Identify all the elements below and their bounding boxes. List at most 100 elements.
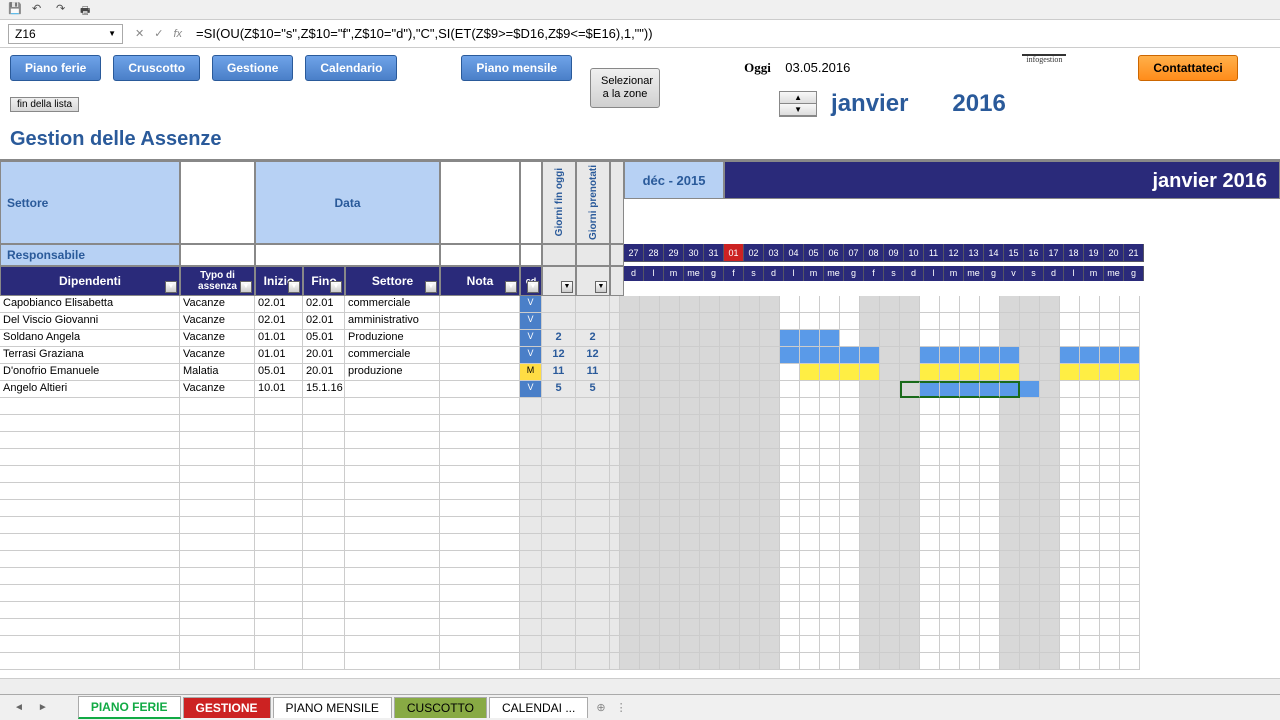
day-header: 19 [1084,244,1104,262]
table-row[interactable]: Soldano AngelaVacanze01.0105.01Produzion… [0,330,1280,347]
dow-header: m [664,266,684,281]
tab-nav-first-icon[interactable]: ◄ [8,700,30,715]
hdr-dec-2015: déc - 2015 [624,161,724,199]
cancel-icon[interactable]: ✕ [135,27,144,40]
day-header: 02 [744,244,764,262]
hdr-fino[interactable]: Fino▼ [303,266,345,296]
table-row[interactable] [0,636,1280,653]
table-row[interactable] [0,398,1280,415]
hdr-tipo[interactable]: Typo di assenza▼ [180,266,255,296]
fx-icon[interactable]: fx [173,28,182,40]
table-row[interactable] [0,517,1280,534]
undo-icon[interactable]: ↶ [32,2,48,18]
tab-piano-ferie[interactable]: PIANO FERIE [78,696,181,719]
day-header: 08 [864,244,884,262]
filter-icon[interactable]: ▼ [330,281,342,293]
day-header: 05 [804,244,824,262]
table-row[interactable] [0,602,1280,619]
hdr-inizio[interactable]: Inizio▼ [255,266,303,296]
table-row[interactable] [0,568,1280,585]
enter-icon[interactable]: ✓ [154,27,163,40]
table-row[interactable] [0,500,1280,517]
dropdown-icon[interactable]: ▼ [108,29,116,38]
gestione-button[interactable]: Gestione [212,55,293,81]
day-header: 18 [1064,244,1084,262]
tab-calendar[interactable]: CALENDAI ... [489,697,588,718]
hdr-giorni-prenotati: Giorni prenotati [588,165,599,240]
calendario-button[interactable]: Calendario [305,55,397,81]
dow-header: g [844,266,864,281]
day-header: 11 [924,244,944,262]
hdr-dipendenti[interactable]: Dipendenti▼ [0,266,180,296]
dow-header: l [784,266,804,281]
cruscotto-button[interactable]: Cruscotto [113,55,200,81]
year-label: 2016 [952,90,1005,118]
filter-icon[interactable]: ▼ [425,281,437,293]
table-row[interactable] [0,483,1280,500]
logo: infogestion [1022,54,1066,82]
dow-header: g [1124,266,1144,281]
oggi-label: Oggi [744,60,771,75]
hdr-settore2[interactable]: Settore▼ [345,266,440,296]
table-row[interactable]: Del Viscio GiovanniVacanze02.0102.01ammi… [0,313,1280,330]
filter-icon[interactable]: ▼ [505,281,517,293]
month-spinner[interactable]: ▲ ▼ [779,91,817,117]
dow-header: s [744,266,764,281]
formula-input[interactable] [194,24,1272,43]
tab-nav-prev-icon[interactable]: ► [32,700,54,715]
tab-cuscotto[interactable]: CUSCOTTO [394,697,487,718]
dow-header: m [804,266,824,281]
day-header: 20 [1104,244,1124,262]
dow-header: m [944,266,964,281]
filter-icon[interactable]: ▼ [288,281,300,293]
hdr-cd[interactable]: cd▼ [520,266,542,296]
table-row[interactable] [0,653,1280,670]
oggi-date: 03.05.2016 [785,60,850,75]
table-row[interactable]: D'onofrio EmanueleMalatia05.0120.01produ… [0,364,1280,381]
piano-ferie-button[interactable]: Piano ferie [10,55,101,81]
contattateci-button[interactable]: Contattateci [1138,55,1237,81]
new-sheet-icon[interactable]: ⊕ [596,701,605,714]
hdr-giorni-oggi: Giorni fin oggi [554,168,565,236]
table-row[interactable] [0,619,1280,636]
table-row[interactable] [0,534,1280,551]
save-icon[interactable]: 💾 [8,2,24,18]
dow-header: d [904,266,924,281]
tab-gestione[interactable]: GESTIONE [183,697,271,718]
dow-header: g [704,266,724,281]
day-header: 06 [824,244,844,262]
hdr-nota[interactable]: Nota▼ [440,266,520,296]
filter-icon[interactable]: ▼ [595,281,607,293]
table-row[interactable] [0,466,1280,483]
piano-mensile-button[interactable]: Piano mensile [461,55,572,81]
table-row[interactable]: Terrasi GrazianaVacanze01.0120.01commerc… [0,347,1280,364]
table-row[interactable]: Angelo AltieriVacanze10.0115.1.16V55 [0,381,1280,398]
filter-icon[interactable]: ▼ [240,281,252,293]
sheet-tabs: ◄ ► PIANO FERIE GESTIONE PIANO MENSILE C… [0,694,1280,720]
redo-icon[interactable]: ↷ [56,2,72,18]
name-box[interactable]: Z16 ▼ [8,24,123,44]
hdr-responsabile: Responsabile [0,244,180,266]
day-header: 07 [844,244,864,262]
day-header: 27 [624,244,644,262]
table-row[interactable] [0,415,1280,432]
day-header: 21 [1124,244,1144,262]
dow-header: m [1084,266,1104,281]
spinner-down-icon[interactable]: ▼ [780,104,816,116]
table-row[interactable]: Capobianco ElisabettaVacanze02.0102.01co… [0,296,1280,313]
table-row[interactable] [0,551,1280,568]
print-icon[interactable]: 🖶 [80,2,96,18]
spinner-up-icon[interactable]: ▲ [780,92,816,104]
dow-header: d [764,266,784,281]
tab-piano-mensile[interactable]: PIANO MENSILE [273,697,392,718]
fin-della-lista-button[interactable]: fin della lista [10,97,79,112]
horizontal-scrollbar[interactable] [0,678,1280,694]
table-row[interactable] [0,585,1280,602]
table-row[interactable] [0,432,1280,449]
quick-access-toolbar: 💾 ↶ ↷ 🖶 [0,0,1280,20]
selezionar-zona-button[interactable]: Selezionar a la zone [590,68,660,108]
filter-icon[interactable]: ▼ [527,281,539,293]
filter-icon[interactable]: ▼ [561,281,573,293]
filter-icon[interactable]: ▼ [165,281,177,293]
table-row[interactable] [0,449,1280,466]
